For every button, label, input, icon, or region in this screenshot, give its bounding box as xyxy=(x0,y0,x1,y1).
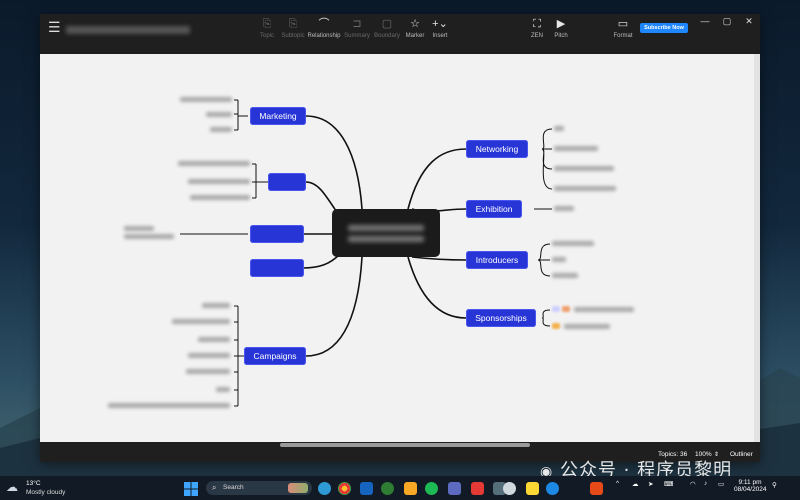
search-highlight-icon xyxy=(288,483,308,493)
clock-date: 08/04/2024 xyxy=(734,486,767,493)
keyboard-icon[interactable]: ⌨ xyxy=(664,480,673,488)
topic-introducers-label: Introducers xyxy=(475,255,519,265)
format-label: Format xyxy=(613,33,633,39)
app-icon[interactable] xyxy=(526,482,539,495)
mail-icon[interactable] xyxy=(360,482,373,495)
topic-exhibition[interactable]: Exhibition xyxy=(466,200,522,218)
topic-blurred-3[interactable] xyxy=(250,259,304,277)
menu-icon[interactable]: ☰ xyxy=(48,20,62,34)
leaf-blurred xyxy=(172,319,230,324)
insert-icon: +⌄ xyxy=(432,18,448,30)
leaf-blurred xyxy=(206,112,232,117)
leaf-blurred xyxy=(574,307,634,312)
maximize-icon[interactable]: ▢ xyxy=(716,14,738,28)
leaf-blurred xyxy=(552,273,578,278)
tray-chevron-icon[interactable]: ^ xyxy=(616,480,619,487)
topic-blurred-1[interactable] xyxy=(268,173,306,191)
topic-exhibition-label: Exhibition xyxy=(475,204,513,214)
vertical-scrollbar[interactable] xyxy=(754,54,760,442)
file-explorer-icon[interactable] xyxy=(404,482,417,495)
central-topic[interactable] xyxy=(332,209,440,257)
format-panel-icon: ▭ xyxy=(617,18,629,30)
leaf-blurred xyxy=(564,324,610,329)
topic-networking-label: Networking xyxy=(475,144,519,154)
topic-sponsorships[interactable]: Sponsorships xyxy=(466,309,536,327)
leaf-blurred xyxy=(190,195,250,200)
weather-desc: Mostly cloudy xyxy=(26,489,66,496)
horizontal-scroll-thumb[interactable] xyxy=(280,443,530,447)
tool-insert-label: Insert xyxy=(432,33,448,39)
topic-campaigns[interactable]: Campaigns xyxy=(244,347,306,365)
app-icon[interactable] xyxy=(590,482,603,495)
leaf-blurred xyxy=(552,241,594,246)
spotify-icon[interactable] xyxy=(425,482,438,495)
outliner-button[interactable]: Outliner xyxy=(730,451,753,458)
app-icon[interactable] xyxy=(471,482,484,495)
central-topic-text-blurred xyxy=(348,225,424,231)
topic-blurred-2[interactable] xyxy=(250,225,304,243)
topic-networking[interactable]: Networking xyxy=(466,140,528,158)
chrome-icon[interactable] xyxy=(338,482,351,495)
cloud-sync-icon[interactable]: ☁ xyxy=(632,480,639,488)
pitch-label: Pitch xyxy=(554,33,568,39)
battery-icon[interactable]: ▭ xyxy=(718,480,724,488)
leaf-blurred xyxy=(554,186,616,191)
title-bar: ☰ ⎘ Topic ⎘ Subtopic ⌒ Relationship ⊐ Su… xyxy=(40,14,760,40)
mindmap-canvas[interactable]: Networking Exhibition Introducers Sponso… xyxy=(40,54,754,442)
leaf-blurred xyxy=(124,234,174,239)
app-icon[interactable] xyxy=(503,482,516,495)
taskbar-search[interactable]: ⌕ Search xyxy=(206,481,312,495)
app-icon[interactable] xyxy=(448,482,461,495)
document-title-blurred xyxy=(66,26,190,34)
topic-sponsorships-label: Sponsorships xyxy=(475,313,527,323)
leaf-blurred xyxy=(554,146,598,151)
leaf-blurred xyxy=(188,353,230,358)
pitch-icon: ▶ xyxy=(556,18,566,30)
taskbar: ☁ 13°C Mostly cloudy ⌕ Search ^ ☁ ➤ ⌨ ◠ … xyxy=(0,476,800,500)
app-icon[interactable] xyxy=(381,482,394,495)
topic-marketing[interactable]: Marketing xyxy=(250,107,306,125)
leaf-blurred xyxy=(124,226,154,231)
subscribe-button[interactable]: Subscribe Now xyxy=(640,23,688,33)
close-icon[interactable]: ✕ xyxy=(738,14,760,28)
leaf-blurred xyxy=(178,161,250,166)
leaf-blurred xyxy=(188,179,250,184)
app-icon[interactable] xyxy=(546,482,559,495)
windows-start-icon[interactable] xyxy=(184,482,198,496)
system-clock[interactable]: 9:11 pm 08/04/2024 xyxy=(734,479,767,493)
topic-marketing-label: Marketing xyxy=(259,111,297,121)
location-icon[interactable]: ➤ xyxy=(648,480,653,488)
leaf-blurred xyxy=(180,97,232,102)
toolbar-strip xyxy=(40,40,760,54)
leaf-avatar xyxy=(562,306,570,312)
edge-icon[interactable] xyxy=(318,482,331,495)
topic-campaigns-label: Campaigns xyxy=(253,351,297,361)
minimize-icon[interactable]: — xyxy=(694,14,716,28)
leaf-avatar xyxy=(552,306,560,312)
leaf-blurred xyxy=(186,369,230,374)
search-label: Search xyxy=(223,484,244,491)
leaf-avatar xyxy=(552,323,560,329)
leaf-blurred xyxy=(216,387,230,392)
leaf-blurred xyxy=(554,206,574,211)
cloud-icon: ☁ xyxy=(6,480,18,494)
clock-time: 9:11 pm xyxy=(738,479,762,486)
weather-temp: 13°C xyxy=(26,480,41,487)
search-icon: ⌕ xyxy=(212,483,217,492)
leaf-blurred xyxy=(554,126,564,131)
app-window: ☰ ⎘ Topic ⎘ Subtopic ⌒ Relationship ⊐ Su… xyxy=(40,14,760,462)
leaf-blurred xyxy=(210,127,232,132)
central-topic-text-blurred xyxy=(348,236,424,242)
wifi-icon[interactable]: ◠ xyxy=(690,480,696,488)
notifications-icon[interactable]: ⚲ xyxy=(772,481,777,489)
leaf-blurred xyxy=(552,257,566,262)
leaf-blurred xyxy=(108,403,230,408)
volume-icon[interactable]: ♪ xyxy=(704,480,707,487)
leaf-blurred xyxy=(198,337,230,342)
leaf-blurred xyxy=(202,303,230,308)
topic-introducers[interactable]: Introducers xyxy=(466,251,528,269)
leaf-blurred xyxy=(554,166,614,171)
